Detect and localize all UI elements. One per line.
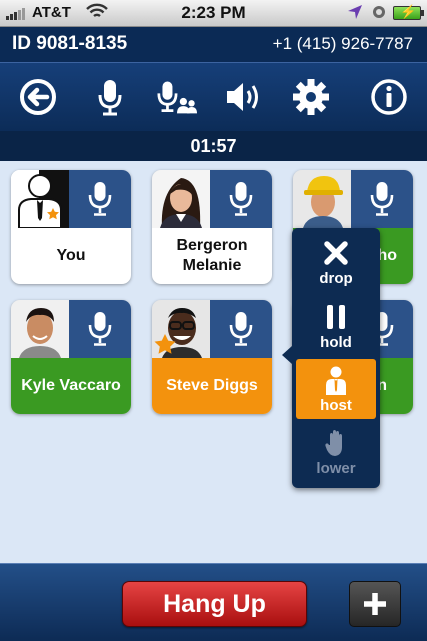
avatar	[293, 170, 351, 228]
mute-button[interactable]	[88, 75, 132, 119]
participant-mute-button[interactable]	[210, 300, 272, 358]
host-icon	[326, 366, 346, 395]
avatar	[152, 300, 210, 358]
conference-header: ID 9081-8135 +1 (415) 926-7787	[0, 27, 427, 62]
menu-item-label: hold	[320, 334, 352, 351]
menu-item-label: lower	[316, 460, 356, 477]
participant-name: Bergeron Melanie	[176, 237, 248, 274]
menu-item-label: host	[320, 397, 352, 414]
avatar	[152, 170, 210, 228]
status-bar: AT&T 2:23 PM ⚡	[0, 0, 427, 27]
pause-icon	[327, 305, 345, 329]
participant-name: Kyle Vaccaro	[11, 358, 131, 414]
participant-name: You	[56, 247, 86, 264]
hand-icon	[325, 430, 342, 456]
mute-all-icon	[157, 81, 197, 114]
dial-in-number: +1 (415) 926-7787	[272, 34, 413, 53]
conference-id: ID 9081-8135	[12, 33, 128, 54]
hold-menu-item[interactable]: hold	[296, 300, 376, 360]
participant-mute-button[interactable]	[351, 170, 413, 228]
participant-card[interactable]: You	[11, 170, 131, 284]
microphone-icon	[88, 182, 112, 216]
rotation-lock-icon	[372, 5, 386, 23]
speaker-button[interactable]	[221, 75, 265, 119]
microphone-icon	[229, 312, 253, 346]
microphone-icon	[229, 182, 253, 216]
location-icon	[347, 4, 363, 24]
participant-action-menu: drop hold host lower	[282, 228, 380, 488]
avatar	[11, 300, 69, 358]
participant-card[interactable]: Kyle Vaccaro	[11, 300, 131, 414]
participant-mute-button[interactable]	[210, 170, 272, 228]
back-button[interactable]	[16, 75, 60, 119]
microphone-icon	[88, 312, 112, 346]
mute-all-button[interactable]	[155, 75, 199, 119]
settings-button[interactable]	[289, 75, 333, 119]
back-icon	[20, 79, 56, 115]
microphone-icon	[370, 182, 394, 216]
close-icon	[324, 241, 348, 265]
lower-menu-item[interactable]: lower	[296, 426, 376, 486]
participant-card[interactable]: Steve Diggs	[152, 300, 272, 414]
speaker-icon	[227, 83, 258, 111]
drop-menu-item[interactable]: drop	[296, 236, 376, 296]
info-button[interactable]	[367, 75, 411, 119]
participant-mute-button[interactable]	[69, 170, 131, 228]
participant-name: Steve Diggs	[152, 358, 272, 414]
plus-icon	[364, 593, 386, 615]
menu-pointer	[282, 346, 292, 364]
participant-mute-button[interactable]	[69, 300, 131, 358]
call-timer: 01:57	[0, 131, 427, 161]
bottom-bar: Hang Up	[0, 563, 427, 641]
avatar	[11, 170, 69, 228]
add-participant-button[interactable]	[349, 581, 401, 627]
call-toolbar	[0, 62, 427, 132]
hang-up-button[interactable]: Hang Up	[122, 581, 307, 627]
participant-card[interactable]: Bergeron Melanie	[152, 170, 272, 284]
host-menu-item[interactable]: host	[296, 359, 376, 419]
microphone-icon	[98, 80, 122, 116]
battery-icon: ⚡	[393, 4, 424, 20]
menu-item-label: drop	[319, 270, 353, 287]
info-icon	[371, 79, 407, 115]
settings-icon	[293, 79, 329, 115]
